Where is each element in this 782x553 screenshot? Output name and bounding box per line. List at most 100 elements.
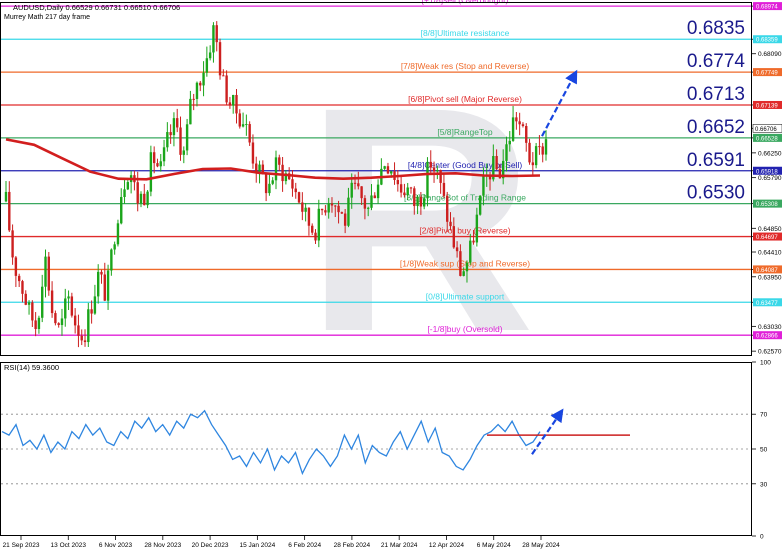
- price-axis-label: 0.65790: [758, 175, 782, 182]
- date-axis-label: 12 Apr 2024: [429, 542, 464, 549]
- candle-body: [209, 52, 211, 58]
- level-price-tag-text: 0.65918: [756, 169, 778, 175]
- candle-body: [48, 257, 50, 291]
- candle-body: [163, 147, 165, 161]
- candle-body: [413, 188, 415, 206]
- target-price-label: 0.6774: [687, 51, 746, 72]
- chart-canvas: R [+1/8]sell (Overbought)[8/8]Ultimate r…: [0, 0, 782, 553]
- candle-body: [199, 83, 201, 86]
- candle-body: [321, 209, 323, 210]
- candle-body: [337, 206, 339, 212]
- candle-body: [143, 194, 145, 205]
- candle-body: [410, 187, 412, 188]
- level-price-tag-text: 0.68974: [756, 5, 778, 11]
- rsi-axis-label: 0: [760, 534, 764, 541]
- candle-body: [74, 316, 76, 326]
- candle-body: [367, 208, 369, 209]
- candle-body: [5, 192, 7, 201]
- candle-body: [150, 152, 152, 191]
- candle-body: [453, 226, 455, 247]
- candle-body: [123, 189, 125, 197]
- candle-body: [248, 124, 250, 142]
- candle-body: [314, 233, 316, 241]
- candle-body: [67, 296, 69, 298]
- candle-body: [61, 318, 63, 325]
- candle-body: [377, 185, 379, 199]
- candle-body: [54, 313, 56, 323]
- candle-body: [245, 124, 247, 125]
- candle-body: [11, 230, 13, 257]
- candle-body: [192, 99, 194, 100]
- candle-body: [479, 196, 481, 215]
- candle-body: [265, 174, 267, 193]
- candle-body: [374, 195, 376, 198]
- candle-body: [179, 127, 181, 154]
- rsi-axis-label: 70: [760, 412, 768, 419]
- candle-body: [301, 202, 303, 211]
- murrey-level-label: [-1/8]buy (Oversold): [427, 324, 502, 334]
- candle-body: [318, 209, 320, 241]
- price-axis-label: 0.63950: [758, 274, 782, 281]
- date-axis-label: 6 May 2024: [477, 542, 511, 549]
- candle-body: [219, 42, 221, 75]
- candle-body: [528, 143, 530, 163]
- candle-body: [97, 272, 99, 297]
- candle-body: [222, 75, 224, 76]
- candle-body: [400, 184, 402, 192]
- candle-body: [535, 146, 537, 165]
- candle-body: [232, 95, 234, 106]
- candle-body: [272, 180, 274, 183]
- candle-body: [252, 142, 254, 163]
- candle-body: [25, 294, 27, 305]
- candle-body: [87, 309, 89, 342]
- candle-body: [212, 25, 214, 52]
- candle-body: [370, 195, 372, 207]
- candle-body: [383, 166, 385, 169]
- candle-body: [44, 257, 46, 287]
- target-price-label: 0.6530: [687, 183, 745, 204]
- level-price-tag-text: 0.64697: [756, 235, 778, 241]
- candle-body: [397, 180, 399, 184]
- candle-body: [324, 210, 326, 212]
- date-axis-label: 28 Nov 2023: [144, 542, 181, 549]
- date-axis-label: 28 Feb 2024: [334, 542, 371, 549]
- rsi-title: RSI(14) 59.3600: [4, 363, 59, 372]
- candle-body: [113, 244, 115, 249]
- candle-body: [436, 170, 438, 171]
- target-price-label: 0.6591: [687, 150, 745, 171]
- candle-body: [403, 193, 405, 196]
- murrey-level-label: [4/8]Center (Good Buy or Sell): [408, 160, 523, 170]
- candle-body: [8, 192, 10, 230]
- candle-body: [423, 198, 425, 206]
- murrey-level-label: [1/8]Weak sup (Stop and Reverse): [400, 258, 530, 268]
- price-axis-label: 0.68090: [758, 51, 782, 58]
- murrey-level-label: [3/8]RangeBot of Trading Range: [404, 193, 526, 203]
- candle-body: [430, 162, 432, 168]
- rsi-axis-label: 100: [760, 360, 771, 367]
- candle-body: [522, 124, 524, 126]
- date-axis-label: 15 Jan 2024: [239, 542, 275, 549]
- candle-body: [495, 156, 497, 169]
- candle-body: [331, 203, 333, 205]
- murrey-level-label: [7/8]Weak res (Stop and Reverse): [401, 61, 530, 71]
- candle-body: [466, 263, 468, 272]
- candle-body: [351, 183, 353, 198]
- rsi-axis-label: 50: [760, 447, 768, 454]
- level-price-tag-text: 0.63477: [756, 301, 778, 307]
- candle-body: [206, 58, 208, 72]
- candle-body: [532, 162, 534, 165]
- candle-body: [153, 152, 155, 163]
- candle-body: [456, 247, 458, 251]
- target-price-label: 0.6713: [687, 84, 745, 105]
- candle-body: [51, 291, 53, 314]
- candle-body: [357, 183, 359, 186]
- candle-body: [509, 141, 511, 144]
- candle-body: [242, 124, 244, 126]
- candle-body: [81, 336, 83, 341]
- candle-body: [416, 197, 418, 206]
- candle-body: [71, 296, 73, 315]
- candle-body: [110, 250, 112, 271]
- murrey-level-label: [6/8]Pivot sell (Major Reverse): [408, 94, 522, 104]
- candle-body: [298, 192, 300, 202]
- rsi-axis-label: 30: [760, 481, 768, 488]
